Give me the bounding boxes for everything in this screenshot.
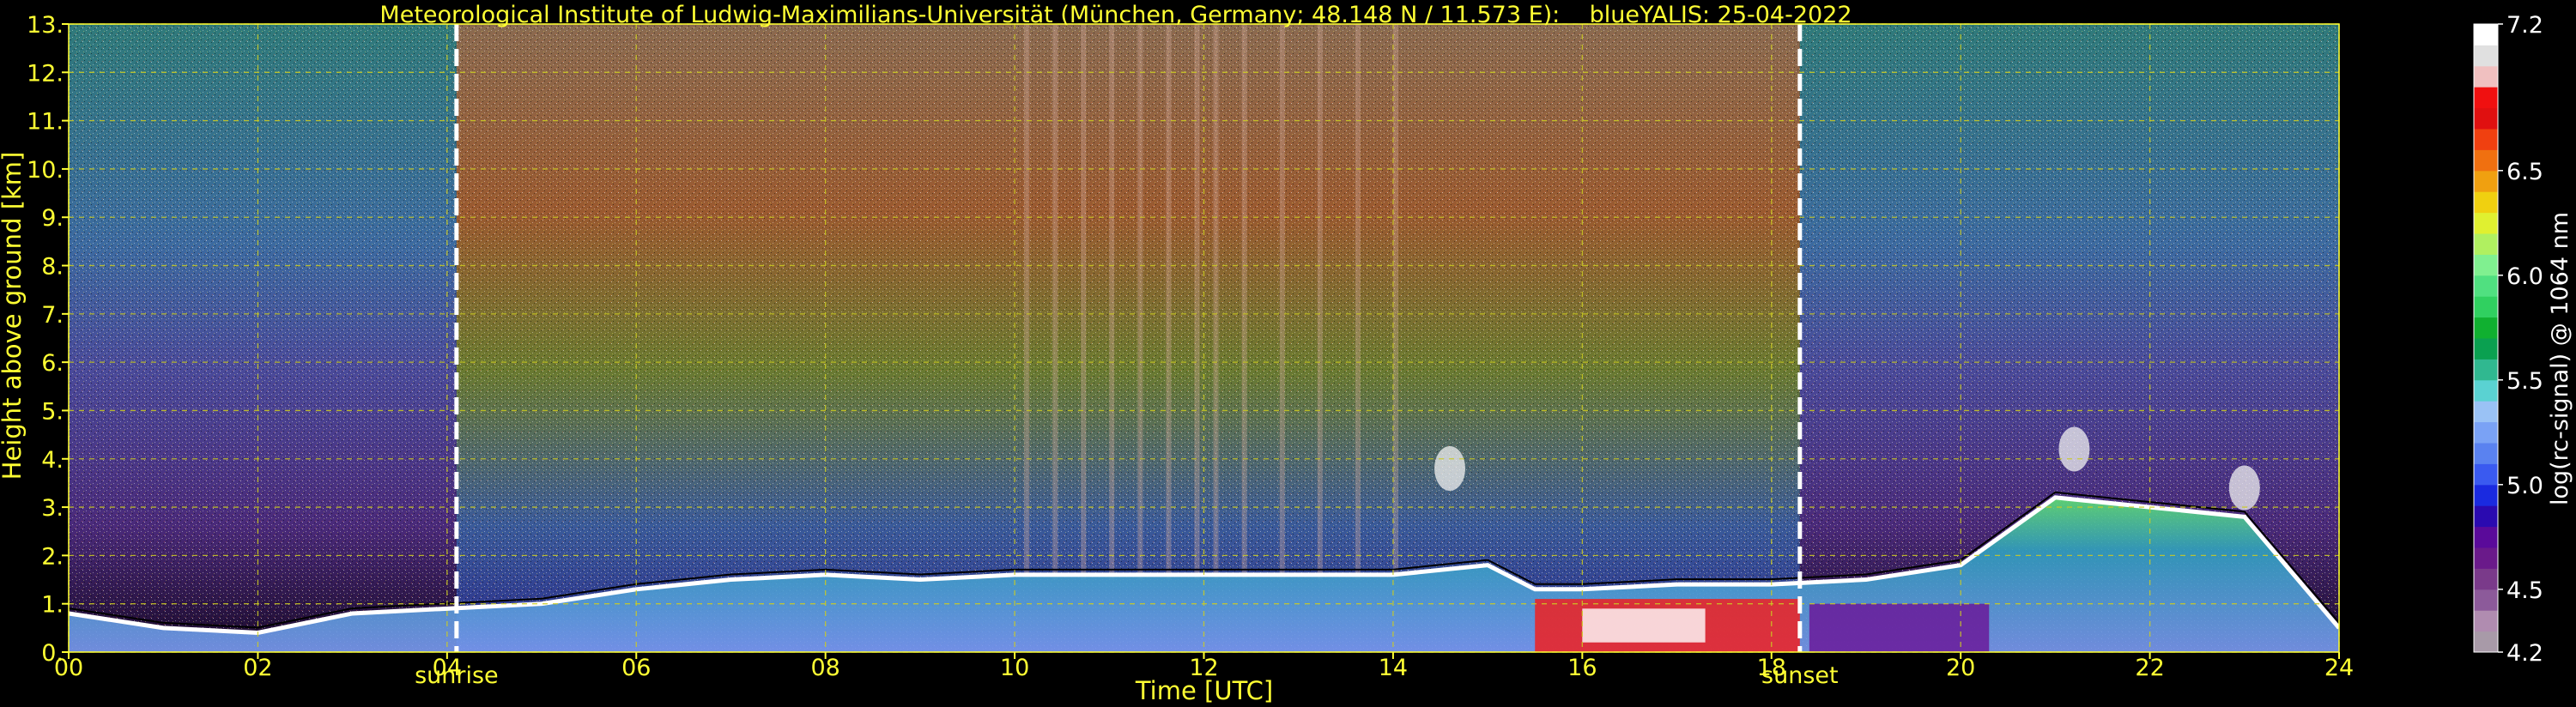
y-tick-label: 10. (27, 157, 64, 184)
evening-residual-layer (1809, 603, 1990, 652)
colorbar-swatch (2474, 401, 2498, 423)
cloud-feature (2228, 465, 2260, 511)
colorbar-tick-label: 5.0 (2506, 473, 2543, 499)
colorbar-swatch (2474, 212, 2498, 234)
x-tick-label: 16 (1567, 655, 1597, 681)
x-tick-label: 20 (1946, 655, 1975, 681)
signal-streak (1109, 24, 1115, 580)
x-tick-label: 06 (621, 655, 651, 681)
signal-streak (1241, 24, 1247, 580)
colorbar-swatch (2474, 589, 2498, 611)
signal-streak (1052, 24, 1058, 580)
colorbar-tick-label: 6.5 (2506, 159, 2543, 185)
colorbar-swatch (2474, 631, 2498, 653)
signal-streak (1166, 24, 1172, 580)
colorbar-swatch (2474, 463, 2498, 486)
colorbar-swatch (2474, 45, 2498, 67)
colorbar-swatch (2474, 547, 2498, 569)
colorbar-swatch (2474, 65, 2498, 88)
x-tick-label: 14 (1379, 655, 1408, 681)
signal-streak (1392, 24, 1398, 580)
colorbar-swatch (2474, 484, 2498, 506)
x-tick-label: 18 (1757, 655, 1786, 681)
signal-streak (1317, 24, 1323, 580)
y-tick-label: 0. (41, 640, 64, 667)
colorbar-swatch (2474, 191, 2498, 214)
signal-streak (1024, 24, 1030, 580)
signal-streak (1137, 24, 1143, 580)
colorbar-swatch (2474, 149, 2498, 172)
colorbar-tick-label: 4.5 (2506, 577, 2543, 604)
colorbar-swatch (2474, 317, 2498, 339)
x-tick-label: 02 (243, 655, 272, 681)
y-axis-label: Height above ground [km] (0, 152, 27, 480)
colorbar-swatch (2474, 296, 2498, 318)
colorbar-swatch (2474, 233, 2498, 255)
lidar-chart: sunrise sunset 00 02 04 06 08 10 12 14 16 18 20 22 24… (0, 2, 2573, 705)
colorbar-swatch (2474, 170, 2498, 192)
y-tick-label: 4. (41, 447, 64, 474)
colorbar-swatch (2474, 107, 2498, 130)
colorbar-swatch (2474, 87, 2498, 109)
colorbar-swatch (2474, 24, 2498, 45)
y-tick-label: 3. (41, 495, 64, 522)
x-tick-label: 08 (810, 655, 839, 681)
x-axis-label: Time [UTC] (1135, 676, 1273, 705)
signal-streak (1194, 24, 1200, 580)
colorbar-swatch (2474, 610, 2498, 632)
y-tick-label: 11. (27, 109, 64, 136)
cloud-feature (2058, 426, 2090, 472)
saturated-core (1582, 608, 1706, 643)
signal-streak (1081, 24, 1087, 580)
signal-streak (1213, 24, 1219, 580)
colorbar-swatch (2474, 275, 2498, 297)
y-tick-label: 6. (41, 350, 64, 377)
y-tick-label: 8. (41, 254, 64, 281)
cloud-feature (1434, 446, 1466, 492)
x-tick-label: 24 (2324, 655, 2354, 681)
x-tick-label: 22 (2135, 655, 2164, 681)
colorbar-tick-label: 6.0 (2506, 263, 2543, 290)
colorbar-swatch (2474, 505, 2498, 528)
colorbar-label: log(rc-signal) @ 1064 nm (2547, 212, 2573, 505)
y-tick-label: 7. (41, 302, 64, 329)
colorbar-tick-label: 7.2 (2506, 12, 2543, 39)
colorbar-swatch (2474, 526, 2498, 548)
y-tick-label: 9. (41, 205, 64, 232)
chart-title: Meteorological Institute of Ludwig-Maxim… (379, 2, 1852, 28)
x-tick-label: 10 (1000, 655, 1029, 681)
colorbar-tick-label: 4.2 (2506, 640, 2543, 667)
colorbar-tick-label: 5.5 (2506, 368, 2543, 395)
y-tick-label: 2. (41, 543, 64, 570)
x-tick-label: 04 (433, 655, 462, 681)
colorbar-swatch (2474, 254, 2498, 276)
colorbar-swatch (2474, 421, 2498, 444)
signal-streak (1279, 24, 1285, 580)
colorbar-swatch (2474, 129, 2498, 150)
y-tick-label: 12. (27, 60, 64, 87)
colorbar-swatch (2474, 359, 2498, 381)
y-tick-label: 13. (27, 12, 64, 39)
colorbar: 4.2 4.5 5.0 5.5 6.0 6.5 7.2 (2473, 12, 2543, 667)
colorbar-swatch (2474, 568, 2498, 590)
y-tick-label: 5. (41, 398, 64, 425)
colorbar-swatch (2474, 443, 2498, 464)
y-tick-label: 1. (41, 592, 64, 619)
colorbar-swatch (2474, 338, 2498, 360)
colorbar-swatch (2474, 379, 2498, 402)
signal-streak (1355, 24, 1361, 580)
